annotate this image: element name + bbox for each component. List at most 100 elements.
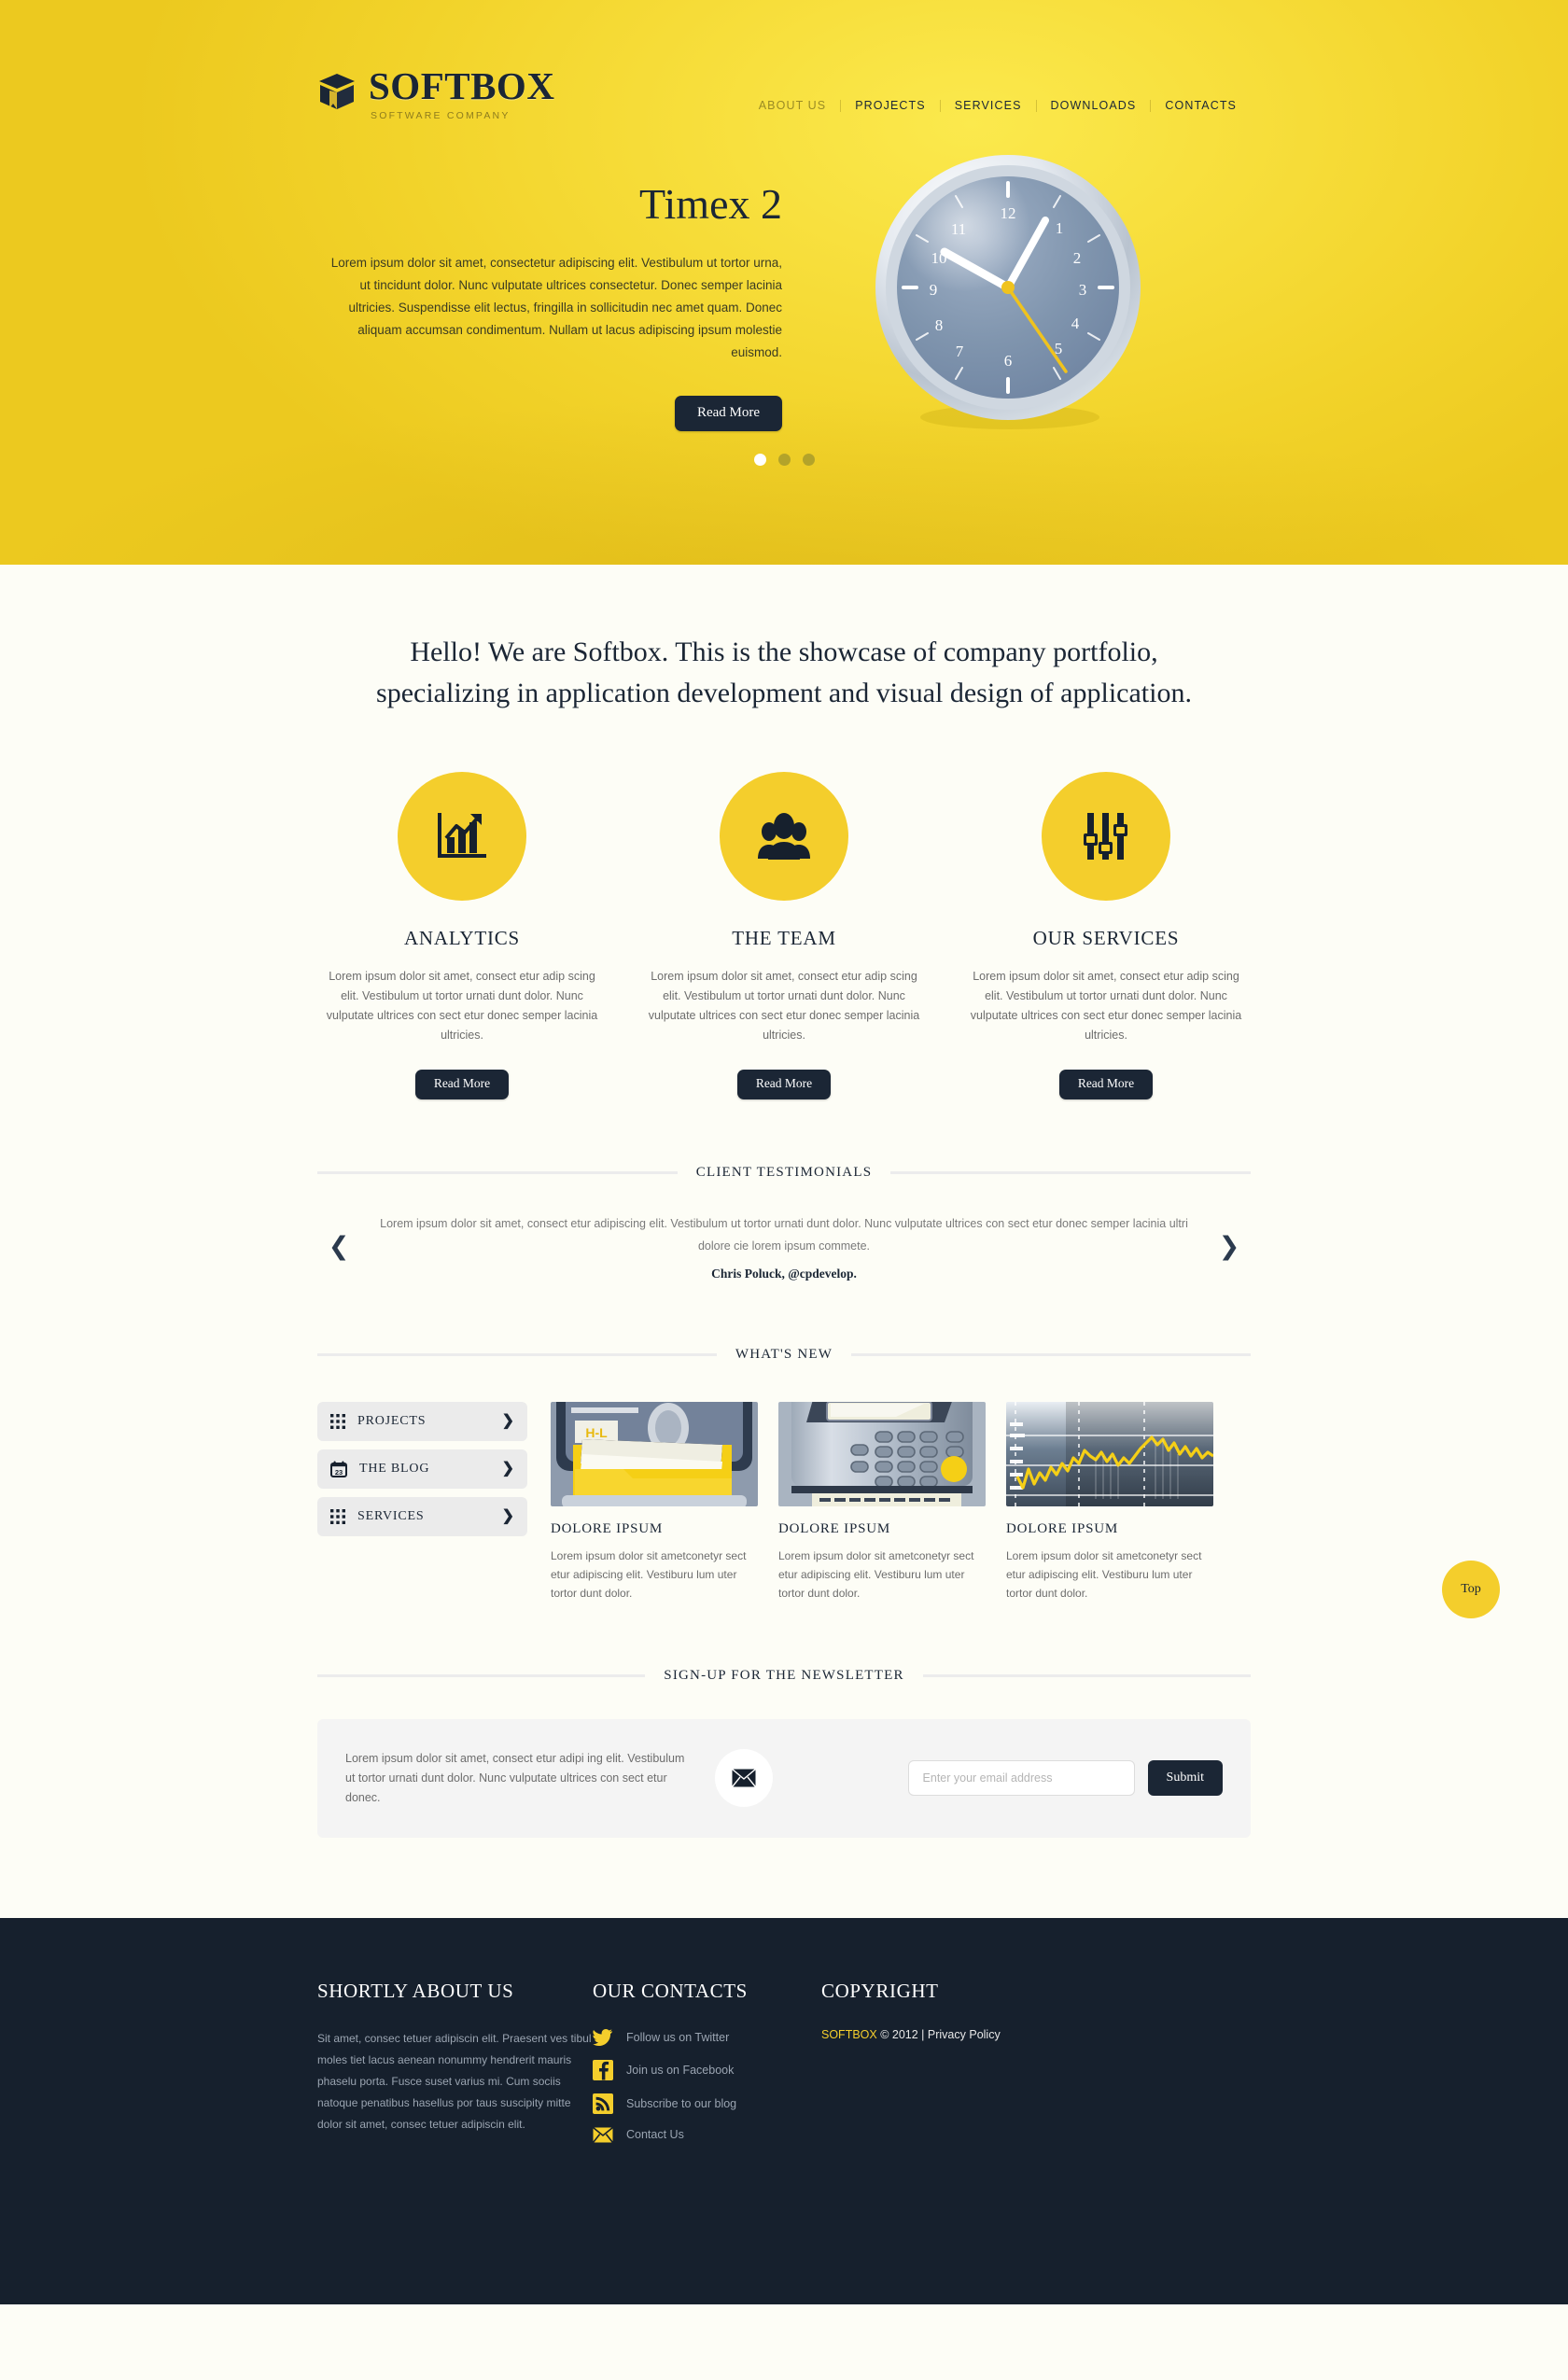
hero-copy: Timex 2 Lorem ipsum dolor sit amet, cons… [317, 174, 803, 431]
feature-text: Lorem ipsum dolor sit amet, consect etur… [326, 970, 598, 1042]
scroll-to-top-button[interactable]: Top [1442, 1561, 1500, 1618]
email-input[interactable] [907, 1760, 1135, 1797]
rule-line-right [890, 1170, 1251, 1174]
newsletter-section: SIGN-UP FOR THE NEWSLETTER Lorem ipsum d… [317, 1667, 1252, 1838]
main-content: Hello! We are Softbox. This is the showc… [0, 565, 1568, 1838]
main-navigation[interactable]: ABOUT US PROJECTS SERVICES DOWNLOADS CON… [745, 99, 1251, 112]
testimonials-section: CLIENT TESTIMONIALS ❮ Lorem ipsum dolor … [317, 1165, 1251, 1281]
slider-dot-2[interactable] [777, 454, 791, 466]
feature-analytics: ANALYTICS Lorem ipsum dolor sit amet, co… [317, 772, 607, 1099]
testimonial-body: Lorem ipsum dolor sit amet, consect etur… [360, 1212, 1208, 1281]
news-card-list: H-L DOLORE IPSUM Lorem ipsum dolor sit a… [551, 1401, 1251, 1603]
contact-label: Subscribe to our blog [626, 2096, 737, 2110]
chevron-right-icon[interactable]: ❯ [1208, 1234, 1251, 1259]
feature-text: Lorem ipsum dolor sit amet, consect etur… [648, 970, 920, 1042]
whats-new-body: PROJECTS ❯ 23 THE BLOG ❯ SERVICES ❯ H-L … [317, 1401, 1251, 1603]
copyright-brand: SOFTBOX [821, 2027, 877, 2041]
news-card-title: DOLORE IPSUM [778, 1520, 891, 1536]
tab-the-blog[interactable]: 23 THE BLOG ❯ [317, 1449, 527, 1489]
nav-item-projects[interactable]: PROJECTS [841, 99, 939, 112]
hero-read-more-button[interactable]: Read More [674, 396, 782, 431]
news-card[interactable]: H-L DOLORE IPSUM Lorem ipsum dolor sit a… [551, 1401, 758, 1603]
rule-line-right [851, 1352, 1251, 1356]
feature-read-more-button[interactable]: Read More [414, 1070, 510, 1099]
nav-item-contacts[interactable]: CONTACTS [1151, 99, 1251, 112]
news-card[interactable]: DOLORE IPSUM Lorem ipsum dolor sit ametc… [1006, 1401, 1213, 1603]
tab-projects[interactable]: PROJECTS ❯ [317, 1401, 527, 1441]
feature-read-more-button[interactable]: Read More [1058, 1070, 1154, 1099]
news-card-text: Lorem ipsum dolor sit ametconetyr sect e… [778, 1548, 974, 1600]
top-button-label: Top [1461, 1582, 1481, 1596]
nav-item-about-us[interactable]: ABOUT US [745, 99, 840, 112]
section-title: WHAT'S NEW [735, 1346, 833, 1362]
feature-our-services: OUR SERVICES Lorem ipsum dolor sit amet,… [961, 772, 1251, 1099]
whats-new-section: WHAT'S NEW PROJECTS ❯ 23 THE BLOG ❯ SERV… [317, 1347, 1251, 1603]
grid-icon [330, 1508, 345, 1524]
news-card-text: Lorem ipsum dolor sit ametconetyr sect e… [1006, 1548, 1202, 1600]
feature-read-more-button[interactable]: Read More [736, 1070, 832, 1099]
newsletter-heading: SIGN-UP FOR THE NEWSLETTER [317, 1667, 1252, 1684]
twitter-icon [593, 2028, 613, 2047]
hero-title: Timex 2 [639, 180, 782, 228]
testimonial-quote: Lorem ipsum dolor sit amet, consect etur… [380, 1216, 1188, 1253]
rule-line-left [317, 1352, 717, 1356]
footer-columns: SHORTLY ABOUT US Sit amet, consec tetuer… [317, 1980, 1251, 2143]
footer-about-title: SHORTLY ABOUT US [317, 1979, 514, 2002]
svg-text:12: 12 [1001, 204, 1016, 222]
svg-text:H-L: H-L [585, 1425, 608, 1440]
footer-contacts-column: OUR CONTACTS Follow us on Twitter Join u… [593, 1980, 821, 2143]
rule-line-left [317, 1673, 646, 1677]
newsletter-submit-button[interactable]: Submit [1147, 1760, 1223, 1797]
slider-dot-3[interactable] [802, 454, 815, 466]
whats-new-heading: WHAT'S NEW [317, 1347, 1251, 1363]
site-footer: SHORTLY ABOUT US Sit amet, consec tetuer… [0, 1917, 1568, 2304]
footer-about-text: Sit amet, consec tetuer adipiscin elit. … [317, 2031, 592, 2131]
feature-title: ANALYTICS [403, 927, 521, 949]
wall-clock-image: 12 1 23 45 67 89 10 11 [803, 153, 1213, 433]
slider-dot-1[interactable] [753, 454, 766, 466]
logo-wordmark: SOFTBOX [369, 64, 555, 107]
header-bar: SOFTBOX SOFTWARE COMPANY ABOUT US PROJEC… [317, 0, 1251, 121]
tab-label: THE BLOG [359, 1461, 430, 1476]
chevron-right-icon: ❯ [501, 1507, 514, 1524]
section-title: SIGN-UP FOR THE NEWSLETTER [664, 1667, 904, 1683]
tab-label: SERVICES [357, 1508, 425, 1523]
chevron-right-icon: ❯ [501, 1460, 514, 1477]
sliders-equalizer-icon [1042, 772, 1170, 901]
envelope-icon [593, 2126, 613, 2143]
contact-rss[interactable]: Subscribe to our blog [593, 2093, 821, 2114]
svg-text:9: 9 [930, 281, 938, 299]
footer-about-column: SHORTLY ABOUT US Sit amet, consec tetuer… [317, 1980, 593, 2143]
contact-twitter[interactable]: Follow us on Twitter [593, 2028, 821, 2047]
svg-text:7: 7 [956, 343, 964, 360]
nav-item-downloads[interactable]: DOWNLOADS [1037, 99, 1151, 112]
stock-chart-image [1006, 1401, 1213, 1506]
svg-text:2: 2 [1073, 249, 1082, 267]
footer-copyright-column: COPYRIGHT SOFTBOX © 2012 | Privacy Polic… [821, 1980, 1251, 2143]
feature-text: Lorem ipsum dolor sit amet, consect etur… [970, 970, 1242, 1042]
hero-slider-dots[interactable] [317, 454, 1251, 466]
testimonials-heading: CLIENT TESTIMONIALS [317, 1165, 1251, 1181]
contact-email[interactable]: Contact Us [593, 2126, 821, 2143]
section-title: CLIENT TESTIMONIALS [695, 1164, 873, 1180]
filing-cabinet-image: H-L [551, 1401, 758, 1506]
chevron-left-icon[interactable]: ❮ [317, 1234, 360, 1259]
footer-contacts-title: OUR CONTACTS [593, 1979, 748, 2002]
news-card[interactable]: DOLORE IPSUM Lorem ipsum dolor sit ametc… [778, 1401, 986, 1603]
nav-item-services[interactable]: SERVICES [941, 99, 1036, 112]
newsletter-text: Lorem ipsum dolor sit amet, consect etur… [345, 1751, 685, 1804]
svg-text:8: 8 [935, 316, 944, 334]
footer-contact-list: Follow us on Twitter Join us on Facebook [593, 2028, 821, 2143]
logo[interactable]: SOFTBOX SOFTWARE COMPANY [317, 67, 554, 121]
privacy-policy-link[interactable]: Privacy Policy [928, 2028, 1001, 2041]
testimonial-slider: ❮ Lorem ipsum dolor sit amet, consect et… [317, 1212, 1251, 1281]
rule-line-left [317, 1170, 678, 1174]
tab-services[interactable]: SERVICES ❯ [317, 1496, 527, 1536]
chevron-right-icon: ❯ [501, 1412, 514, 1429]
footer-copyright-title: COPYRIGHT [821, 1979, 939, 2002]
features-section: ANALYTICS Lorem ipsum dolor sit amet, co… [317, 772, 1251, 1099]
hero-slide: Timex 2 Lorem ipsum dolor sit amet, cons… [317, 155, 1251, 433]
svg-text:6: 6 [1004, 352, 1013, 370]
rss-icon [593, 2093, 613, 2114]
contact-facebook[interactable]: Join us on Facebook [593, 2059, 821, 2080]
